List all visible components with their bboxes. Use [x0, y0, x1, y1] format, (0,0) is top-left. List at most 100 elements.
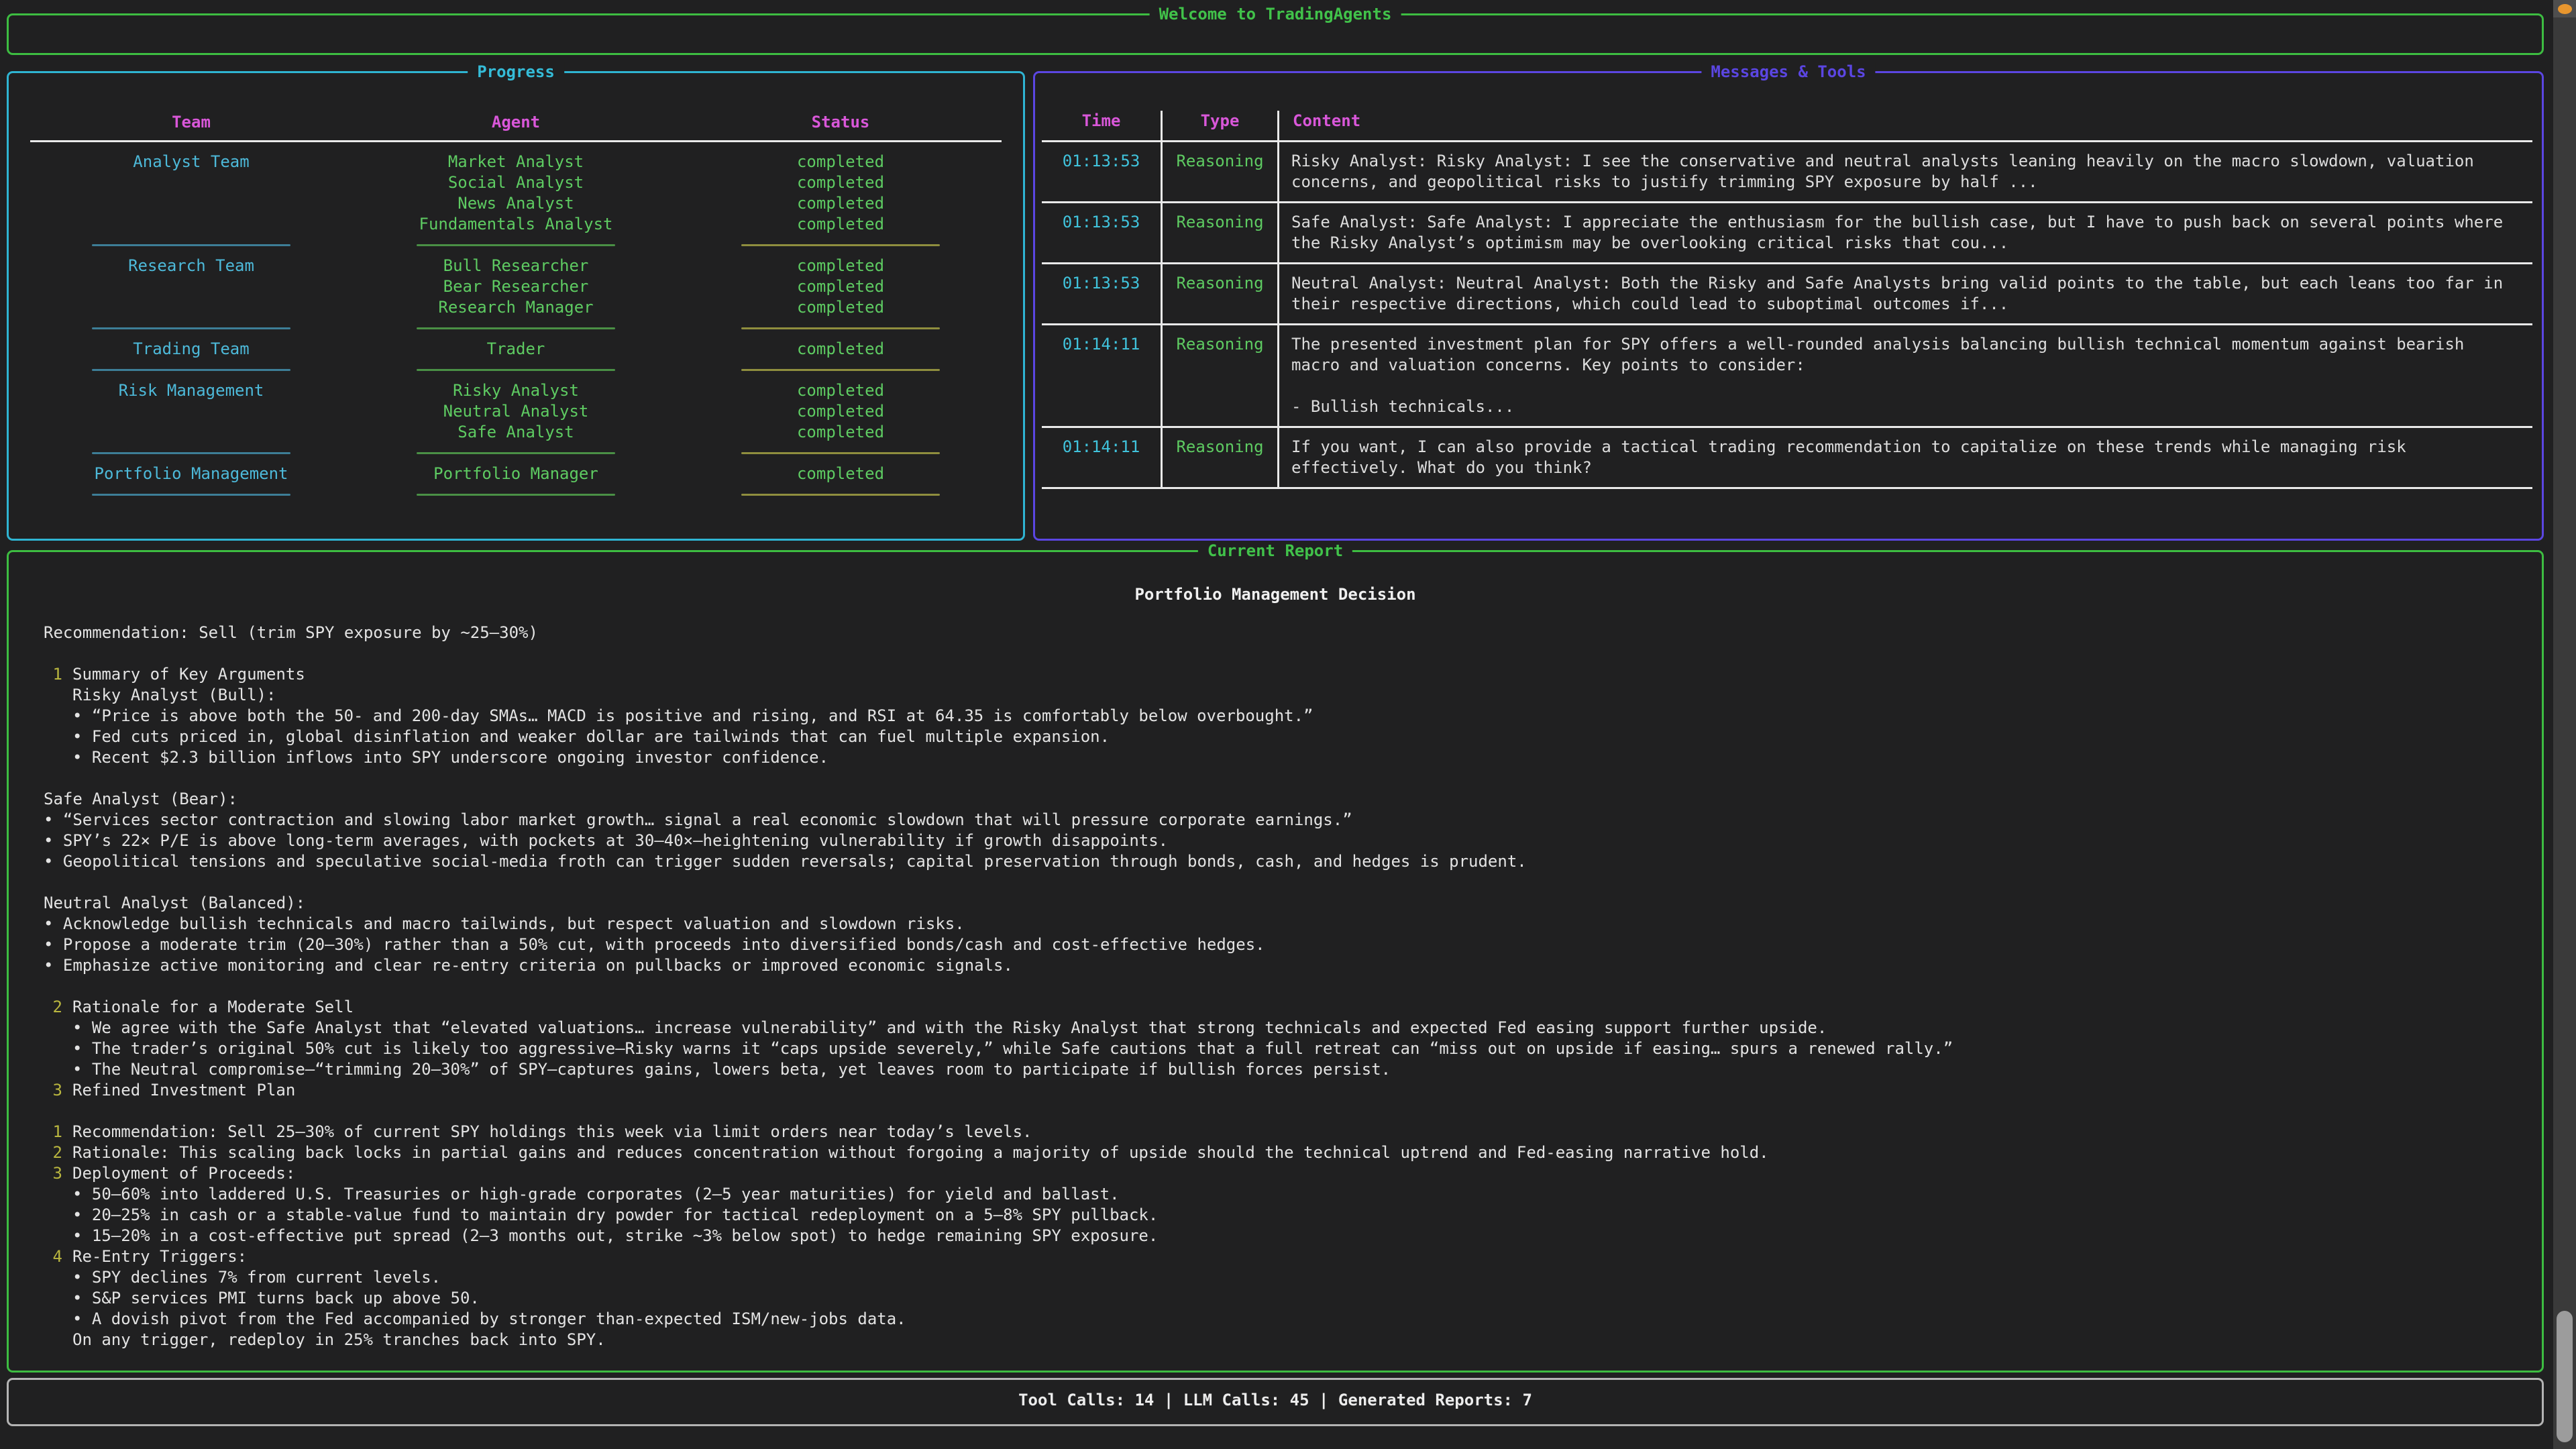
content-paragraph: Safe Analyst: Safe Analyst: I appreciate… [1291, 212, 2520, 254]
report-bullet-line: • A dovish pivot from the Fed accompanie… [44, 1309, 2515, 1330]
content-paragraph: Neutral Analyst: Neutral Analyst: Both t… [1291, 273, 2520, 315]
list-number-marker: 3 [44, 1163, 62, 1184]
agent-divider-line [417, 494, 615, 496]
agent-cell: Fundamentals Analyst [354, 214, 678, 235]
report-line: Safe Analyst (Bear): [44, 789, 2515, 810]
progress-row: Bear Researchercompleted [29, 276, 1003, 297]
team-divider-line [92, 244, 290, 246]
agent-divider-line [417, 452, 615, 454]
agent-divider-line [417, 369, 615, 371]
report-bullet-line: • SPY’s 22× P/E is above long-term avera… [44, 830, 2515, 851]
message-row: 01:14:11ReasoningIf you want, I can also… [1042, 428, 2532, 489]
type-cell: Reasoning [1163, 142, 1279, 201]
report-line-text: Re-Entry Triggers: [72, 1246, 247, 1267]
progress-section-divider [29, 443, 1003, 464]
report-numbered-line: 2Rationale for a Moderate Sell [44, 997, 2515, 1018]
status-divider-line [741, 327, 940, 329]
time-cell: 01:14:11 [1042, 428, 1163, 487]
report-bullet-line: • Geopolitical tensions and speculative … [44, 851, 2515, 872]
team-divider-line [92, 327, 290, 329]
terminal-screen: Welcome to TradingAgents Progress Team A… [0, 0, 2576, 1449]
progress-row: Fundamentals Analystcompleted [29, 214, 1003, 235]
messages-col-type: Type [1163, 111, 1279, 140]
report-line: Risky Analyst (Bull): [44, 685, 2515, 706]
report-line-text: Deployment of Proceeds: [72, 1163, 295, 1184]
progress-row: Research Managercompleted [29, 297, 1003, 318]
status-divider-line [741, 244, 940, 246]
status-divider-line [741, 452, 940, 454]
team-cell [29, 193, 354, 214]
report-bullet-line: • Recent $2.3 billion inflows into SPY u… [44, 747, 2515, 768]
report-bullet-line: • Emphasize active monitoring and clear … [44, 955, 2515, 976]
team-divider-line [92, 452, 290, 454]
content-cell: Risky Analyst: Risky Analyst: I see the … [1279, 142, 2532, 201]
time-cell: 01:13:53 [1042, 142, 1163, 201]
report-bullet-line: • “Services sector contraction and slowi… [44, 810, 2515, 830]
report-bullet-line: • 20–25% in cash or a stable-value fund … [44, 1205, 2515, 1226]
scrollbar-thumb[interactable] [2557, 1311, 2573, 1442]
agent-divider-line [417, 244, 615, 246]
status-cell: completed [678, 152, 1003, 172]
progress-row: Risk ManagementRisky Analystcompleted [29, 380, 1003, 401]
message-row: 01:13:53ReasoningRisky Analyst: Risky An… [1042, 142, 2532, 203]
report-panel-title: Current Report [1198, 541, 1352, 561]
list-number-marker: 1 [44, 1122, 62, 1142]
scrollbar-top-box [2553, 0, 2576, 17]
report-numbered-line: 3 Deployment of Proceeds: [44, 1163, 2515, 1184]
type-cell: Reasoning [1163, 325, 1279, 426]
agent-cell: Bull Researcher [354, 256, 678, 276]
status-divider-line [741, 494, 940, 496]
team-cell: Analyst Team [29, 152, 354, 172]
status-divider-line [741, 369, 940, 371]
content-paragraph [1291, 376, 2520, 396]
report-body: Recommendation: Sell (trim SPY exposure … [44, 623, 2515, 1350]
agent-cell: Trader [354, 339, 678, 360]
status-cell: completed [678, 422, 1003, 443]
progress-table-header: Team Agent Status [29, 112, 1003, 133]
status-cell: completed [678, 297, 1003, 318]
messages-table-header: Time Type Content [1042, 111, 2532, 142]
report-line-text: Rationale: This scaling back locks in pa… [72, 1142, 1769, 1163]
messages-col-time: Time [1042, 111, 1163, 140]
footer-stats: Tool Calls: 14 | LLM Calls: 45 | Generat… [9, 1380, 2542, 1420]
progress-col-agent: Agent [354, 112, 678, 133]
content-cell: If you want, I can also provide a tactic… [1279, 428, 2532, 487]
progress-col-team: Team [29, 112, 354, 133]
footer-panel: Tool Calls: 14 | LLM Calls: 45 | Generat… [7, 1378, 2544, 1426]
agent-cell: Social Analyst [354, 172, 678, 193]
agent-cell: Bear Researcher [354, 276, 678, 297]
agent-cell: Market Analyst [354, 152, 678, 172]
status-cell: completed [678, 464, 1003, 484]
content-cell: The presented investment plan for SPY of… [1279, 325, 2532, 426]
report-bullet-line: • Acknowledge bullish technicals and mac… [44, 914, 2515, 934]
progress-row: Safe Analystcompleted [29, 422, 1003, 443]
report-bullet-line: • 50–60% into laddered U.S. Treasuries o… [44, 1184, 2515, 1205]
status-cell: completed [678, 214, 1003, 235]
progress-panel-title: Progress [468, 62, 564, 83]
report-bullet-line: • S&P services PMI turns back up above 5… [44, 1288, 2515, 1309]
scrollbar-track[interactable] [2553, 0, 2576, 1449]
messages-panel-title: Messages & Tools [1701, 62, 1875, 83]
time-cell: 01:14:11 [1042, 325, 1163, 426]
report-blank-line [44, 872, 2515, 893]
agent-cell: News Analyst [354, 193, 678, 214]
list-number-marker: 2 [44, 1142, 62, 1163]
progress-col-status: Status [678, 112, 1003, 133]
list-number-marker: 3 [44, 1080, 62, 1101]
report-line: Recommendation: Sell (trim SPY exposure … [44, 623, 2515, 643]
progress-table: Team Agent Status Analyst TeamMarket Ana… [9, 73, 1023, 505]
progress-section-divider [29, 360, 1003, 380]
status-cell: completed [678, 172, 1003, 193]
progress-row: Neutral Analystcompleted [29, 401, 1003, 422]
report-blank-line [44, 643, 2515, 664]
report-line: Neutral Analyst (Balanced): [44, 893, 2515, 914]
report-blank-line [44, 768, 2515, 789]
progress-section-divider [29, 318, 1003, 339]
message-row: 01:13:53ReasoningSafe Analyst: Safe Anal… [1042, 203, 2532, 264]
progress-row: Portfolio ManagementPortfolio Managercom… [29, 464, 1003, 484]
team-divider-line [92, 369, 290, 371]
team-cell [29, 401, 354, 422]
team-cell [29, 297, 354, 318]
status-cell: completed [678, 193, 1003, 214]
message-row: 01:13:53ReasoningNeutral Analyst: Neutra… [1042, 264, 2532, 325]
